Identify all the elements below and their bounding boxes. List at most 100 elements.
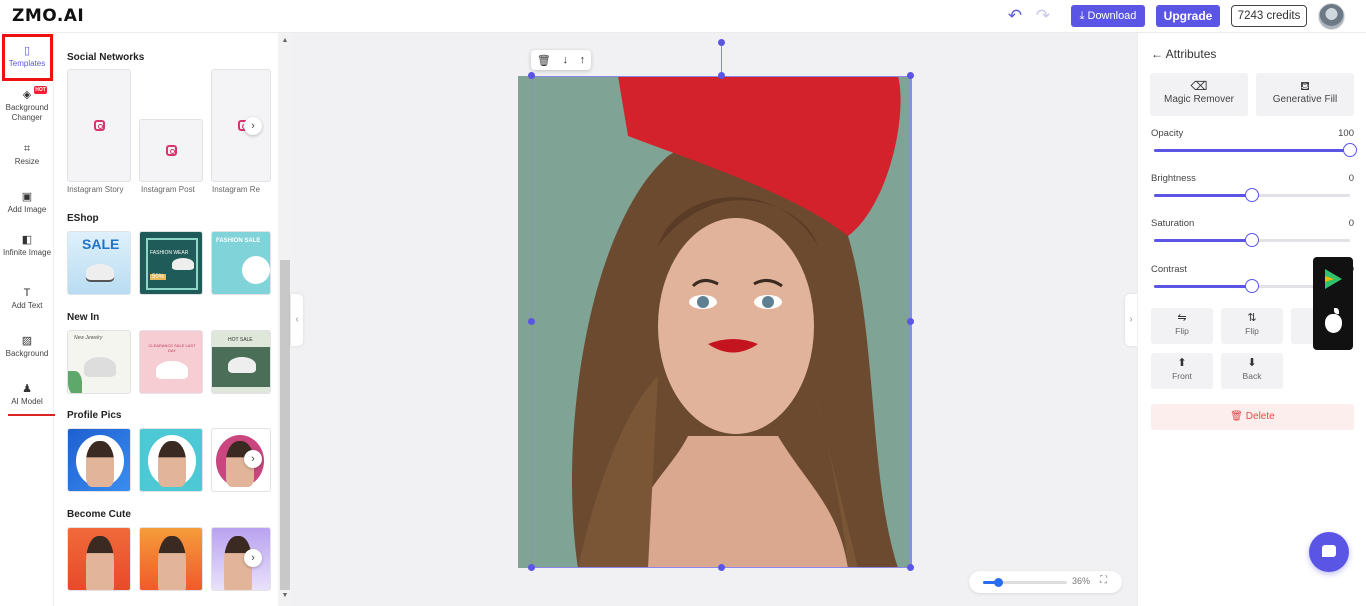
slider-knob[interactable] <box>1245 279 1259 293</box>
nav-infinite-image[interactable]: ◧ Infinite Image <box>0 234 54 258</box>
resize-handle[interactable] <box>907 318 914 325</box>
redo-icon[interactable]: ↷ <box>1034 7 1052 25</box>
chat-icon[interactable] <box>1309 532 1349 572</box>
arrow-down-icon[interactable]: ↓ <box>562 54 568 66</box>
logo[interactable]: ZMO.AI <box>12 6 84 26</box>
template-profile-pink[interactable] <box>211 428 271 492</box>
attributes-title: Attributes <box>1165 47 1217 61</box>
credits-badge[interactable]: 7243 credits <box>1231 5 1307 27</box>
nav-background-changer[interactable]: ◈ Background Changer <box>0 89 54 123</box>
template-eshop-fashion[interactable]: FASHION WEAR 50% <box>139 231 203 295</box>
template-instagram-reel[interactable] <box>211 69 271 182</box>
download-button[interactable]: ⤓ Download <box>1071 5 1145 27</box>
slider-fill <box>1154 194 1252 197</box>
nav-add-text[interactable]: T Add Text <box>0 287 54 311</box>
flip-vertical-button[interactable]: ⇅ Flip <box>1221 308 1283 344</box>
scroll-up-icon[interactable]: ▲ <box>280 37 290 47</box>
chevron-right-icon[interactable]: › <box>244 117 262 135</box>
attributes-back[interactable]: ← Attributes <box>1151 47 1216 61</box>
nav-ai-model[interactable]: ♟ AI Model <box>0 383 54 407</box>
selection-box[interactable] <box>531 76 911 568</box>
chevron-right-icon[interactable]: › <box>244 549 262 567</box>
resize-handle[interactable] <box>718 564 725 571</box>
trash-icon[interactable]: 🗑 <box>537 54 551 67</box>
zoom-control: 36% ⛶ <box>969 571 1122 593</box>
send-back-button[interactable]: ⬇ Back <box>1221 353 1283 389</box>
slider-fill <box>1154 149 1350 152</box>
template-caption: Instagram Post <box>141 185 195 194</box>
upgrade-button[interactable]: Upgrade <box>1156 5 1220 27</box>
arrow-up-icon[interactable]: ↑ <box>580 54 586 66</box>
trash-icon: 🗑 <box>1230 411 1243 422</box>
tool-label: Back <box>1242 371 1262 381</box>
opacity-value: 100 <box>1338 128 1354 139</box>
magic-remover-button[interactable]: ⌫ Magic Remover <box>1150 73 1248 116</box>
generative-fill-button[interactable]: ⛾ Generative Fill <box>1256 73 1354 116</box>
bring-front-button[interactable]: ⬆ Front <box>1151 353 1213 389</box>
scrollbar-thumb[interactable] <box>280 260 290 590</box>
undo-icon[interactable]: ↶ <box>1006 7 1024 25</box>
nav-label: AI Model <box>11 397 43 406</box>
instagram-icon <box>166 145 177 156</box>
template-caption: Instagram Story <box>67 185 124 194</box>
template-cute-purple[interactable] <box>211 527 271 591</box>
templates-panel: Social Networks Instagram Story Instagra… <box>55 33 277 606</box>
template-eshop-sale[interactable]: SALE <box>67 231 131 295</box>
paint-bucket-icon: ⛾ <box>1300 79 1310 93</box>
fullscreen-icon[interactable]: ⛶ <box>1100 575 1107 586</box>
resize-handle[interactable] <box>528 318 535 325</box>
slider-knob[interactable] <box>1245 233 1259 247</box>
collapse-left-icon[interactable]: ‹ <box>291 294 303 346</box>
template-cute-orange[interactable] <box>67 527 131 591</box>
brightness-label: Brightness <box>1151 173 1196 184</box>
apple-icon[interactable] <box>1325 308 1342 333</box>
slider-fill <box>1154 239 1252 242</box>
saturation-slider[interactable] <box>1154 233 1350 247</box>
avatar[interactable] <box>1318 3 1345 30</box>
nav-background[interactable]: ▨ Background <box>0 335 54 359</box>
nav-add-image[interactable]: ▣ Add Image <box>0 191 54 215</box>
template-clearance-sale[interactable]: CLEARANCE SALE LAST DAY <box>139 330 203 394</box>
zoom-slider[interactable] <box>983 578 1067 587</box>
google-play-icon[interactable] <box>1325 269 1342 289</box>
template-eshop-fashion-sale[interactable]: FASHION SALE <box>211 231 271 295</box>
resize-handle[interactable] <box>907 72 914 79</box>
template-profile-blue[interactable] <box>67 428 131 492</box>
hat-image <box>86 264 114 280</box>
chevron-right-icon[interactable]: › <box>244 450 262 468</box>
saturation-value: 0 <box>1348 218 1354 229</box>
zoom-knob[interactable] <box>994 578 1003 587</box>
brightness-slider[interactable] <box>1154 188 1350 202</box>
saturation-label: Saturation <box>1151 218 1195 229</box>
template-cute-amber[interactable] <box>139 527 203 591</box>
resize-handle[interactable] <box>528 564 535 571</box>
brightness-value: 0 <box>1348 173 1354 184</box>
image-icon: ▣ <box>21 191 33 203</box>
slider-fill <box>1154 285 1252 288</box>
resize-handle[interactable] <box>528 72 535 79</box>
contrast-label: Contrast <box>1151 264 1187 275</box>
arrow-left-icon[interactable]: ← <box>1151 47 1163 61</box>
collapse-right-icon[interactable]: › <box>1125 294 1137 346</box>
tool-label: Front <box>1172 371 1192 381</box>
template-new-jewelry[interactable]: New Jewelry <box>67 330 131 394</box>
eraser-icon: ⌫ <box>1190 79 1208 93</box>
slider-knob[interactable] <box>1343 143 1357 157</box>
resize-handle[interactable] <box>907 564 914 571</box>
scroll-down-icon[interactable]: ▼ <box>280 592 290 602</box>
tool-label: Flip <box>1245 326 1259 336</box>
layers-icon: ◈ <box>22 89 32 101</box>
slider-knob[interactable] <box>1245 188 1259 202</box>
nav-resize[interactable]: ⌗ Resize <box>0 143 54 167</box>
resize-handle[interactable] <box>718 72 725 79</box>
template-profile-teal[interactable] <box>139 428 203 492</box>
opacity-slider[interactable] <box>1154 143 1357 157</box>
flip-horizontal-button[interactable]: ⇋ Flip <box>1151 308 1213 344</box>
template-instagram-story[interactable] <box>67 69 131 182</box>
text-icon: T <box>23 287 31 299</box>
template-hot-sale[interactable]: HOT SALE <box>211 330 271 394</box>
rotate-handle[interactable] <box>718 39 725 46</box>
nav-label: Infinite Image <box>2 248 52 257</box>
template-instagram-post[interactable] <box>139 119 203 182</box>
delete-button[interactable]: 🗑 Delete <box>1151 404 1354 430</box>
